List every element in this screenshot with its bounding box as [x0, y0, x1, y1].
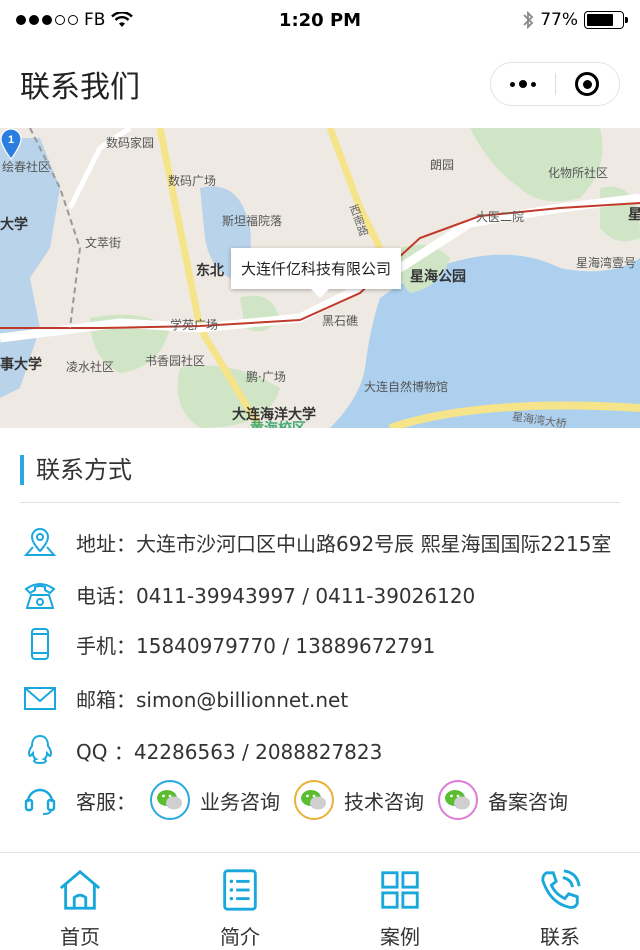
wechat-icon: [150, 780, 190, 820]
status-left: FB: [16, 10, 134, 30]
map-label: 星海公园: [410, 269, 466, 285]
signal-icon: [16, 15, 78, 25]
more-button[interactable]: [491, 63, 555, 105]
contact-qq-row: QQ ：42286563 / 2088827823: [22, 732, 622, 768]
qq-text[interactable]: QQ ：42286563 / 2088827823: [76, 736, 382, 765]
tab-label: 联系: [540, 925, 580, 949]
document-icon: [223, 869, 257, 911]
map-label: 凌水社区: [66, 360, 115, 374]
carrier-name: FB: [84, 10, 106, 30]
home-icon: [59, 869, 101, 910]
service-business-button[interactable]: 业务咨询: [150, 780, 280, 820]
tab-label: 案例: [380, 925, 420, 949]
tab-home[interactable]: 首页: [0, 853, 160, 950]
contact-mobile-row: 手机：15840979770 / 13889672791: [22, 626, 622, 662]
phone-text[interactable]: 电话：0411-39943997 / 0411-39026120: [76, 580, 475, 609]
close-miniprogram-button[interactable]: [556, 63, 620, 105]
mail-icon: [22, 680, 58, 716]
address-text: 地址：大连市沙河口区中山路692号辰 熙星海国国际2215室: [76, 531, 612, 556]
status-right: 77%: [522, 10, 628, 30]
email-text[interactable]: 邮箱：simon@billionnet.net: [76, 684, 348, 713]
map-label: 书香园社区: [145, 354, 206, 368]
phone-call-icon: [541, 869, 581, 909]
bottom-tab-bar: 首页 简介 案例 联系: [0, 852, 640, 950]
contact-email-row: 邮箱：simon@billionnet.net: [22, 680, 622, 716]
map-label: 星海湾壹号: [576, 256, 637, 270]
wifi-icon: [111, 12, 134, 27]
map-label: 文萃街: [85, 236, 122, 250]
tab-label: 首页: [60, 925, 100, 949]
grid-icon: [381, 871, 419, 909]
map-label: 学苑广场: [170, 318, 219, 332]
map-label: 绘春社区: [2, 160, 51, 174]
page-title: 联系我们: [20, 70, 140, 105]
map-label: 黑石礁: [322, 314, 359, 328]
map-label: 大连自然博物馆: [364, 380, 449, 394]
qq-icon: [22, 732, 58, 768]
service-filing-button[interactable]: 备案咨询: [438, 780, 568, 820]
battery-icon: [584, 11, 628, 29]
bluetooth-icon: [523, 10, 534, 30]
wechat-icon: [294, 780, 334, 820]
map-label: 事大学: [0, 357, 42, 373]
tab-label: 简介: [220, 925, 260, 949]
section-title: 联系方式: [20, 455, 620, 485]
map-label: 大学: [0, 217, 28, 233]
map-label: 数码家园: [106, 136, 155, 150]
contact-service-row: 客服： 业务咨询 技术咨询 备案咨询: [22, 780, 622, 820]
map-pin-number: 1: [8, 134, 14, 146]
service-name: 技术咨询: [344, 789, 424, 814]
more-icon: [509, 80, 536, 88]
map-view[interactable]: 数码家园 绘春社区 数码广场 大学 斯坦福院落 文萃街 东北 学苑广场 事大学 …: [0, 128, 640, 428]
map-label: 大医二院: [476, 210, 525, 224]
telephone-icon: [22, 576, 58, 612]
service-tech-button[interactable]: 技术咨询: [294, 780, 424, 820]
mobile-text[interactable]: 手机：15840979770 / 13889672791: [76, 630, 435, 659]
tab-contact[interactable]: 联系: [480, 853, 640, 950]
tab-intro[interactable]: 简介: [160, 853, 320, 950]
map-label: 鹏·广场: [246, 370, 286, 384]
map-label: 数码广场: [168, 174, 217, 188]
nav-header: 联系我们: [0, 40, 640, 128]
map-label: 化物所社区: [548, 166, 609, 180]
map-label: 星: [628, 207, 640, 223]
service-name: 备案咨询: [488, 789, 568, 814]
service-name: 业务咨询: [200, 789, 280, 814]
status-bar: FB 1:20 PM 77%: [0, 0, 640, 40]
map-label: 朗园: [430, 158, 455, 172]
battery-percent: 77%: [540, 10, 578, 30]
map-pin-icon[interactable]: 1: [0, 128, 22, 160]
map-label: 黄海校区: [250, 418, 306, 428]
mobile-phone-icon: [22, 626, 58, 662]
wechat-icon: [438, 780, 478, 820]
map-label: 东北: [196, 263, 224, 279]
miniprogram-capsule: [490, 62, 620, 106]
map-label: 斯坦福院落: [222, 214, 283, 228]
contact-section-header: 联系方式: [20, 455, 620, 503]
service-label: 客服：: [76, 789, 136, 814]
contact-phone-row: 电话：0411-39943997 / 0411-39026120: [22, 576, 622, 612]
target-icon: [575, 72, 600, 96]
contact-address-row: 地址：大连市沙河口区中山路692号辰 熙星海国国际2215室: [22, 524, 622, 560]
location-icon: [22, 524, 58, 560]
headset-icon: [22, 782, 58, 818]
location-callout[interactable]: 大连仟亿科技有限公司: [231, 248, 402, 298]
tab-cases[interactable]: 案例: [320, 853, 480, 950]
